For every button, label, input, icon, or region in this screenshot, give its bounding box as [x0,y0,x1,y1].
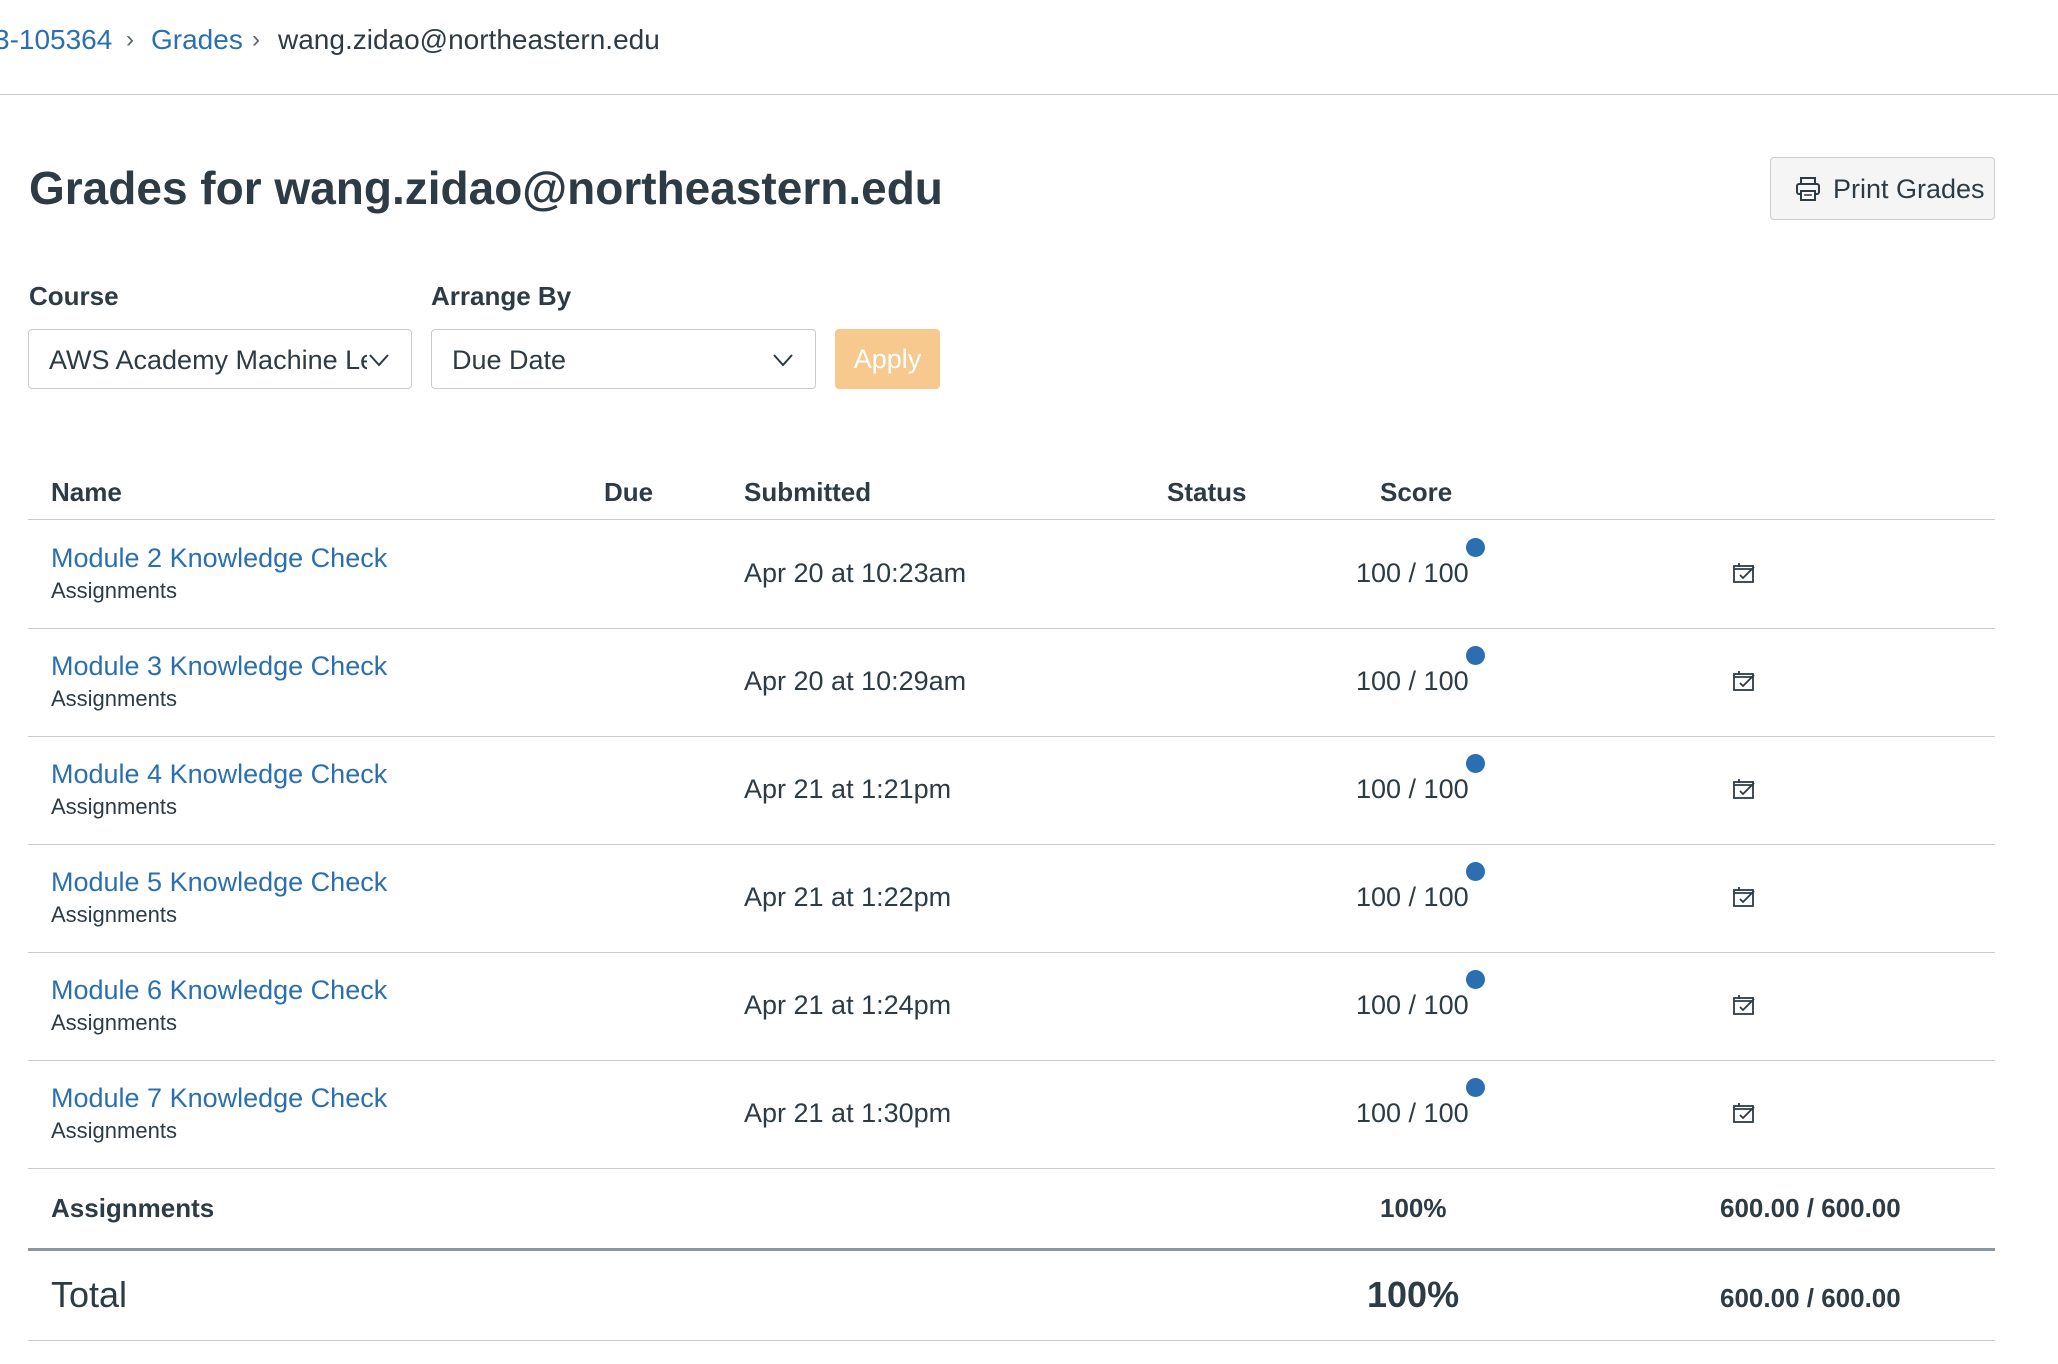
table-row: Module 2 Knowledge Check Assignments Apr 2… [28,520,1995,628]
assignment-score: 100 / 100 [1356,558,1469,588]
column-header-submitted: Submitted [744,477,872,507]
arrange-by-label: Arrange By [431,281,572,311]
table-row: Module 5 Knowledge Check Assignments Apr 2… [28,844,1995,952]
unread-indicator-dot[interactable] [1466,970,1485,989]
print-grades-button[interactable]: Print Grades [1770,157,1995,220]
breadcrumb-current-student: wang.zidao@northeastern.edu [278,24,660,55]
submitted-date: Apr 21 at 1:22pm [744,882,952,912]
assignment-link[interactable]: Module 3 Knowledge Check [51,648,387,684]
what-if-calendar-check-icon[interactable] [1729,558,1759,588]
group-summary-points: 600.00 / 600.00 [1720,1193,1901,1223]
unread-indicator-dot[interactable] [1466,646,1485,665]
assignment-link[interactable]: Module 2 Knowledge Check [51,540,387,576]
table-row: Module 4 Knowledge Check Assignments Apr 2… [28,736,1995,844]
row-divider [28,1060,1995,1061]
what-if-calendar-check-icon[interactable] [1729,882,1759,912]
assignment-category: Assignments [51,578,177,603]
row-divider [28,628,1995,629]
breadcrumb-separator: › [126,26,134,53]
column-header-due[interactable]: Due [604,474,653,510]
row-divider [28,736,1995,737]
page-title: Grades for wang.zidao@northeastern.edu [29,162,943,214]
assignment-score: 100 / 100 [1356,990,1469,1020]
table-bottom-border [28,1340,1995,1341]
breadcrumb-separator: › [252,26,260,53]
unread-indicator-dot[interactable] [1466,538,1485,557]
course-label: Course [29,281,119,311]
course-select[interactable]: AWS Academy Machine Le [28,329,412,389]
column-header-status: Status [1167,477,1247,507]
assignment-link[interactable]: Module 6 Knowledge Check [51,972,387,1008]
assignment-category: Assignments [51,686,177,711]
assignment-score: 100 / 100 [1356,1098,1469,1128]
row-divider [28,844,1995,845]
printer-icon [1796,177,1820,201]
group-summary-percent: 100% [1380,1193,1447,1223]
submitted-date: Apr 21 at 1:30pm [744,1098,952,1128]
assignment-category: Assignments [51,902,177,927]
unread-indicator-dot[interactable] [1466,1078,1485,1097]
total-percent: 100% [1367,1274,1460,1315]
chevron-down-icon [771,348,795,372]
what-if-calendar-check-icon[interactable] [1729,990,1759,1020]
column-header-name[interactable]: Name [51,474,122,510]
assignment-category: Assignments [51,794,177,819]
assignment-category: Assignments [51,1010,177,1035]
what-if-calendar-check-icon[interactable] [1729,774,1759,804]
submitted-date: Apr 21 at 1:24pm [744,990,952,1020]
course-select-value: AWS Academy Machine Le [49,345,376,375]
assignment-category: Assignments [51,1118,177,1143]
total-divider [28,1248,1995,1251]
total-label: Total [51,1274,128,1315]
unread-indicator-dot[interactable] [1466,754,1485,773]
assignment-score: 100 / 100 [1356,774,1469,804]
table-row: Module 3 Knowledge Check Assignments Apr 2… [28,628,1995,736]
breadcrumb-course-link[interactable]: 3-105364 [0,22,112,58]
table-row: Module 6 Knowledge Check Assignments Apr 2… [28,952,1995,1060]
print-grades-label: Print Grades [1833,174,1985,204]
row-divider [28,952,1995,953]
assignment-link[interactable]: Module 5 Knowledge Check [51,864,387,900]
submitted-date: Apr 21 at 1:21pm [744,774,952,804]
apply-button[interactable]: Apply [835,329,940,389]
assignment-score: 100 / 100 [1356,666,1469,696]
what-if-calendar-check-icon[interactable] [1729,1098,1759,1128]
submitted-date: Apr 20 at 10:23am [744,558,967,588]
breadcrumb-grades-link[interactable]: Grades [151,22,243,58]
submitted-date: Apr 20 at 10:29am [744,666,967,696]
assignment-link[interactable]: Module 4 Knowledge Check [51,756,387,792]
arrange-by-select[interactable]: Due Date [431,329,816,389]
assignment-score: 100 / 100 [1356,882,1469,912]
chevron-down-icon [367,348,391,372]
breadcrumb: 3-105364 › Grades › wang.zidao@northeast… [0,0,2058,95]
row-divider [28,1168,1995,1169]
assignment-link[interactable]: Module 7 Knowledge Check [51,1080,387,1116]
group-summary-label: Assignments [51,1193,215,1223]
column-header-score: Score [1380,477,1453,507]
table-row: Module 7 Knowledge Check Assignments Apr 2… [28,1060,1995,1168]
unread-indicator-dot[interactable] [1466,862,1485,881]
arrange-by-select-value: Due Date [452,345,567,375]
what-if-calendar-check-icon[interactable] [1729,666,1759,696]
total-points: 600.00 / 600.00 [1720,1283,1901,1313]
